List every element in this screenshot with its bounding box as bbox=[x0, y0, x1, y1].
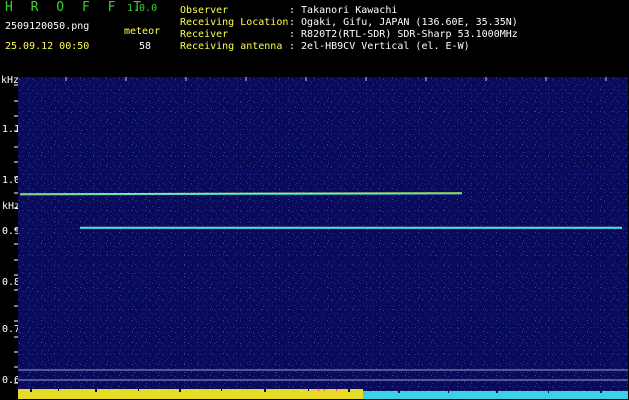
datetime-label: 25.09.12 00:50 bbox=[5, 41, 90, 52]
signal-level-bar-yellow bbox=[18, 389, 363, 399]
antenna-value: : 2el-HB9CV Vertical (el. E-W) bbox=[289, 41, 470, 52]
meteor-count: 58 bbox=[139, 41, 152, 52]
header-panel: H R O F F T 1.0.0 2509120050.png meteor … bbox=[0, 0, 629, 75]
location-value: : Ogaki, Gifu, JAPAN (136.60E, 35.35N) bbox=[289, 17, 518, 28]
observer-label: Observer bbox=[180, 5, 229, 16]
app-title: H R O F F T bbox=[5, 0, 147, 15]
filename-label: 2509120050.png bbox=[5, 21, 90, 32]
app-version: 1.0.0 bbox=[127, 3, 158, 14]
observer-value: : Takanori Kawachi bbox=[289, 5, 398, 16]
meteor-label: meteor bbox=[124, 26, 161, 37]
location-label: Receiving Location bbox=[180, 17, 289, 28]
receiver-label: Receiver bbox=[180, 29, 229, 40]
signal-level-bar-cyan bbox=[363, 391, 628, 399]
waterfall-spectrogram bbox=[18, 77, 628, 399]
receiver-value: : R820T2(RTL-SDR) SDR-Sharp 53.1000MHz bbox=[289, 29, 518, 40]
antenna-label: Receiving antenna bbox=[180, 41, 283, 52]
